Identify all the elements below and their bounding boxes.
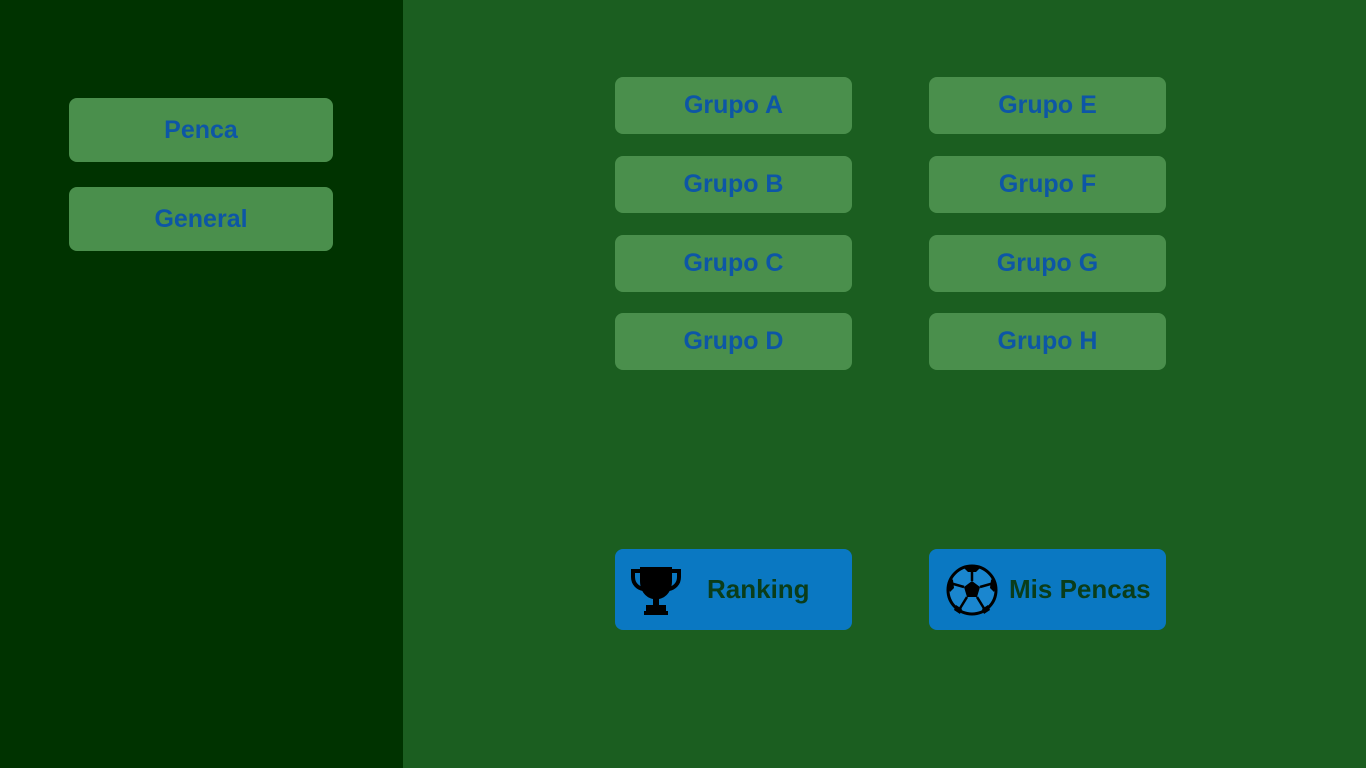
trophy-icon bbox=[631, 567, 681, 615]
soccer-ball-icon bbox=[946, 564, 998, 616]
grupo-a-button[interactable]: Grupo A bbox=[615, 77, 852, 134]
mis-pencas-label: Mis Pencas bbox=[1009, 574, 1151, 604]
grupo-h-button[interactable]: Grupo H bbox=[929, 313, 1166, 370]
mis-pencas-button[interactable]: Mis Pencas bbox=[929, 549, 1166, 630]
grupo-b-button[interactable]: Grupo B bbox=[615, 156, 852, 213]
grupo-f-button[interactable]: Grupo F bbox=[929, 156, 1166, 213]
ranking-label: Ranking bbox=[707, 574, 810, 604]
general-button[interactable]: General bbox=[69, 187, 333, 251]
ranking-button[interactable]: Ranking bbox=[615, 549, 852, 630]
penca-button[interactable]: Penca bbox=[69, 98, 333, 162]
grupo-d-button[interactable]: Grupo D bbox=[615, 313, 852, 370]
main-panel: Grupo A Grupo B Grupo C Grupo D Grupo E … bbox=[403, 0, 1366, 768]
grupo-e-button[interactable]: Grupo E bbox=[929, 77, 1166, 134]
grupo-c-button[interactable]: Grupo C bbox=[615, 235, 852, 292]
grupo-g-button[interactable]: Grupo G bbox=[929, 235, 1166, 292]
app-window: Penca General Grupo A Grupo B Grupo C Gr… bbox=[0, 0, 1366, 768]
sidebar: Penca General bbox=[0, 0, 403, 768]
